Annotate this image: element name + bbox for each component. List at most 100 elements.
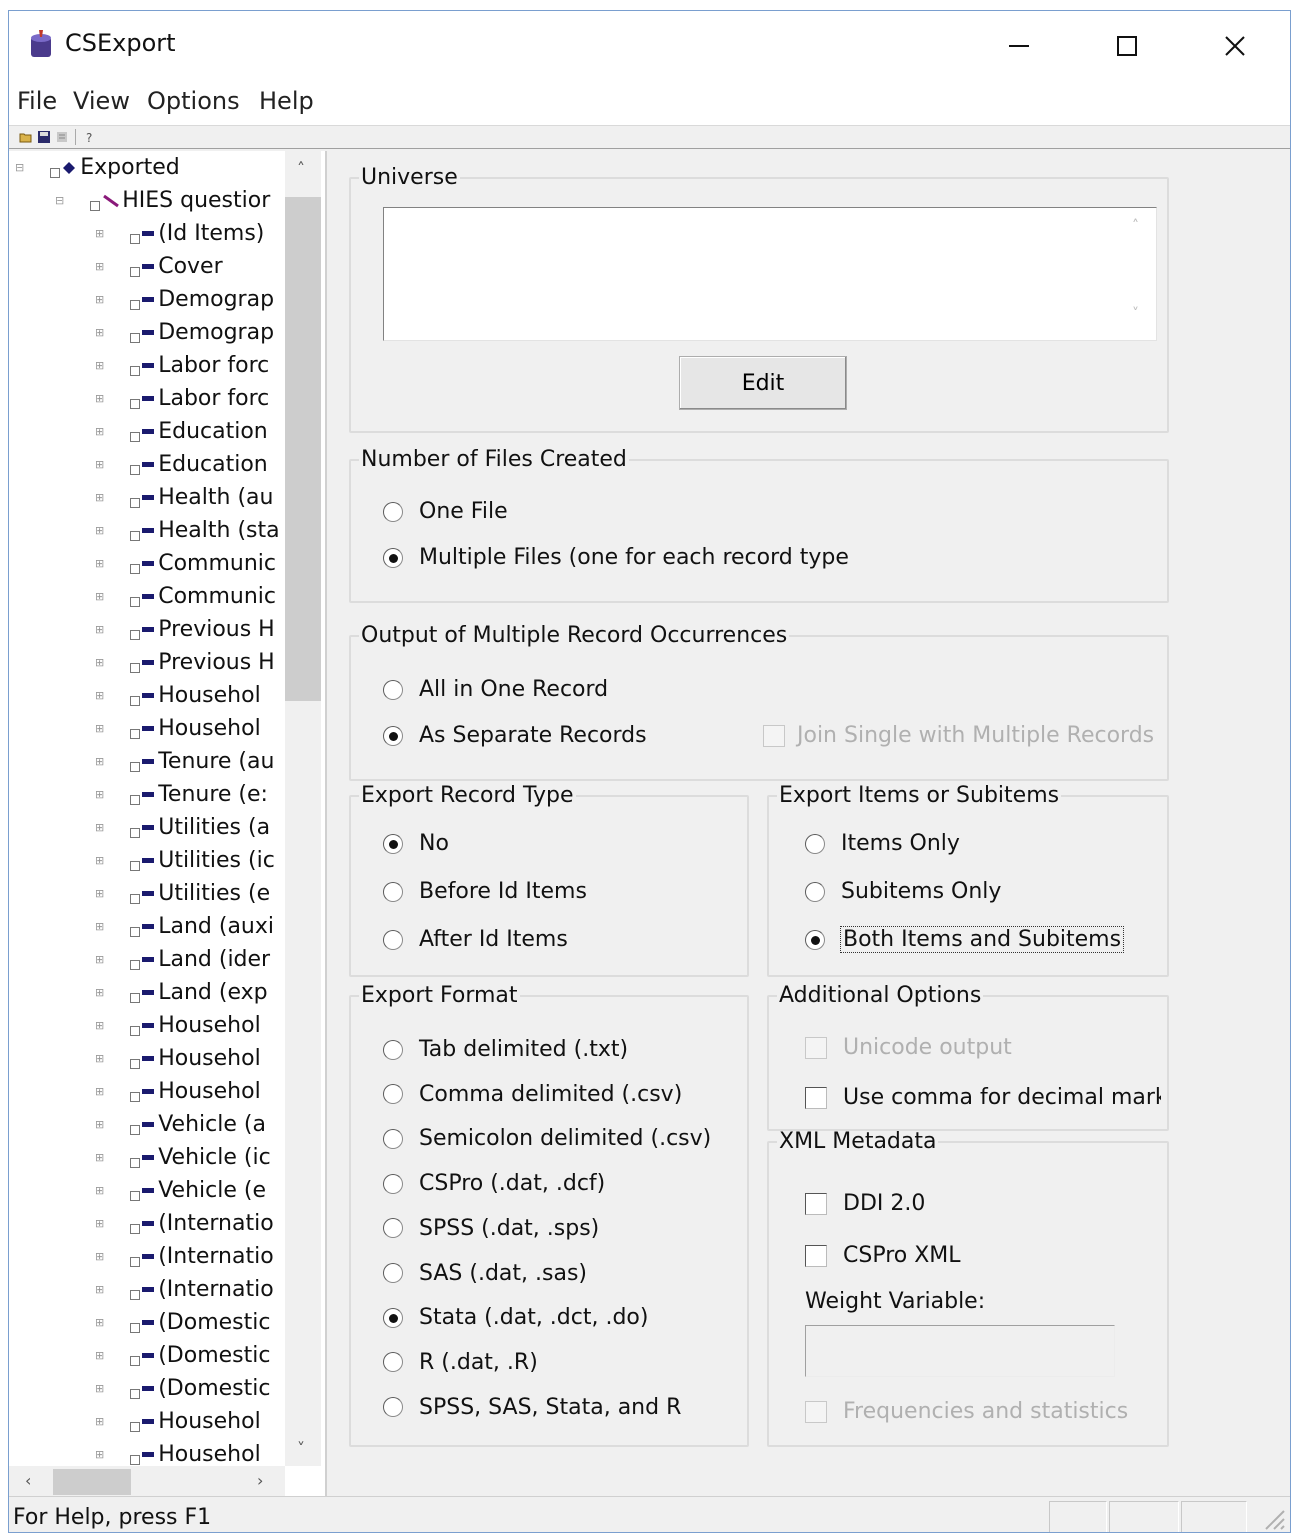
expand-icon[interactable]: ⊞ [95, 1118, 104, 1131]
radio-export-format[interactable]: Tab delimited (.txt) [383, 1037, 628, 1062]
node-checkbox[interactable] [130, 365, 141, 376]
expand-icon[interactable]: ⊞ [95, 359, 104, 372]
tree-node-record[interactable]: ⊞ Health (au [95, 481, 273, 514]
node-checkbox[interactable] [50, 167, 61, 178]
tree-node-record[interactable]: ⊞ Tenure (e: [95, 778, 268, 811]
node-checkbox[interactable] [130, 1157, 141, 1168]
node-checkbox[interactable] [130, 959, 141, 970]
node-checkbox[interactable] [130, 1025, 141, 1036]
expand-icon[interactable]: ⊞ [95, 392, 104, 405]
help-pointer-icon[interactable]: ? [83, 130, 97, 144]
tree-node-record[interactable]: ⊞ Utilities (a [95, 811, 270, 844]
expand-icon[interactable]: ⊞ [95, 1151, 104, 1164]
radio-button[interactable] [383, 1084, 403, 1105]
tree-node-record[interactable]: ⊞ (Internatio [95, 1207, 274, 1240]
scroll-right-icon[interactable]: › [257, 1471, 263, 1490]
menu-file[interactable]: File [17, 87, 57, 115]
expand-icon[interactable]: ⊞ [95, 1283, 104, 1296]
node-checkbox[interactable] [130, 860, 141, 871]
radio-button[interactable] [383, 929, 403, 950]
tree-horizontal-scrollbar[interactable] [9, 1466, 285, 1496]
expand-icon[interactable]: ⊞ [95, 491, 104, 504]
menu-help[interactable]: Help [259, 87, 314, 115]
radio-button[interactable] [383, 679, 403, 700]
expand-icon[interactable]: ⊞ [95, 1448, 104, 1461]
open-folder-icon[interactable] [19, 130, 33, 144]
tree-node-record[interactable]: ⊞ Labor forc [95, 382, 269, 415]
tree-node-record[interactable]: ⊞ Cover [95, 250, 223, 283]
scroll-left-icon[interactable]: ‹ [25, 1471, 31, 1490]
node-checkbox[interactable] [130, 332, 141, 343]
expand-icon[interactable]: ⊞ [95, 260, 104, 273]
scroll-up-icon[interactable]: ˄ [1132, 218, 1139, 234]
node-checkbox[interactable] [130, 1124, 141, 1135]
tree-node-record[interactable]: ⊞ Health (sta [95, 514, 280, 547]
expand-icon[interactable]: ⊞ [95, 326, 104, 339]
radio-button[interactable] [383, 1039, 403, 1060]
expand-icon[interactable]: ⊞ [95, 986, 104, 999]
expand-icon[interactable]: ⊞ [95, 293, 104, 306]
node-checkbox[interactable] [130, 233, 141, 244]
expand-icon[interactable]: ⊞ [95, 623, 104, 636]
node-checkbox[interactable] [130, 761, 141, 772]
node-checkbox[interactable] [130, 728, 141, 739]
expand-icon[interactable]: ⊞ [95, 227, 104, 240]
radio-separate-records[interactable]: As Separate Records [383, 723, 647, 748]
expand-icon[interactable]: ⊞ [95, 689, 104, 702]
checkbox-frequencies[interactable]: Frequencies and statistics [805, 1399, 1128, 1424]
radio-before-id-items[interactable]: Before Id Items [383, 879, 587, 904]
node-checkbox[interactable] [130, 398, 141, 409]
checkbox-box[interactable] [805, 1086, 827, 1109]
scroll-down-icon[interactable]: ˅ [297, 1439, 305, 1458]
resize-grip-icon[interactable] [1260, 1505, 1286, 1531]
node-checkbox[interactable] [130, 299, 141, 310]
radio-button[interactable] [805, 929, 825, 950]
tree-node-record[interactable]: ⊞ Househol [95, 1009, 261, 1042]
radio-record-type-no[interactable]: No [383, 831, 449, 856]
tree-node-record[interactable]: ⊞ (Domestic [95, 1339, 270, 1372]
scroll-up-icon[interactable]: ˄ [297, 159, 305, 178]
weight-variable-input[interactable] [805, 1325, 1115, 1377]
tree-horizontal-scroll-thumb[interactable] [53, 1469, 131, 1495]
tree-node-record[interactable]: ⊞ Labor forc [95, 349, 269, 382]
expand-icon[interactable]: ⊞ [95, 821, 104, 834]
tree-node-record[interactable]: ⊞ Tenure (au [95, 745, 274, 778]
tree-node-dictionary[interactable]: ⊟ HIES questior [55, 184, 270, 217]
node-checkbox[interactable] [130, 497, 141, 508]
expand-icon[interactable]: ⊞ [95, 458, 104, 471]
radio-button[interactable] [383, 501, 403, 522]
expand-icon[interactable]: ⊞ [95, 425, 104, 438]
node-checkbox[interactable] [130, 794, 141, 805]
maximize-button[interactable] [1097, 21, 1157, 71]
universe-textarea[interactable]: ˄ ˅ [383, 207, 1157, 341]
node-checkbox[interactable] [130, 563, 141, 574]
radio-button[interactable] [805, 881, 825, 902]
tree-node-record[interactable]: ⊞ Househol [95, 679, 261, 712]
node-checkbox[interactable] [130, 596, 141, 607]
tree-node-record[interactable]: ⊞ Vehicle (e [95, 1174, 266, 1207]
node-checkbox[interactable] [130, 1388, 141, 1399]
node-checkbox[interactable] [130, 1091, 141, 1102]
collapse-icon[interactable]: ⊟ [55, 194, 64, 207]
node-checkbox[interactable] [130, 1355, 141, 1366]
tree-node-record[interactable]: ⊞ Househol [95, 712, 261, 745]
node-checkbox[interactable] [90, 200, 101, 211]
tree-node-record[interactable]: ⊞ Demograp [95, 316, 274, 349]
radio-after-id-items[interactable]: After Id Items [383, 927, 568, 952]
expand-icon[interactable]: ⊞ [95, 1349, 104, 1362]
radio-button[interactable] [383, 725, 403, 746]
tree-node-record[interactable]: ⊞ (Domestic [95, 1372, 270, 1405]
expand-icon[interactable]: ⊞ [95, 887, 104, 900]
radio-button[interactable] [383, 1218, 403, 1239]
node-checkbox[interactable] [130, 1322, 141, 1333]
checkbox-box[interactable] [805, 1400, 827, 1423]
expand-icon[interactable]: ⊞ [95, 524, 104, 537]
node-checkbox[interactable] [130, 695, 141, 706]
radio-export-format[interactable]: SAS (.dat, .sas) [383, 1261, 587, 1286]
tree-node-record[interactable]: ⊞ (Internatio [95, 1273, 274, 1306]
expand-icon[interactable]: ⊞ [95, 557, 104, 570]
radio-button[interactable] [383, 1263, 403, 1283]
tree-node-record[interactable]: ⊞ Land (auxi [95, 910, 274, 943]
tree-node-record[interactable]: ⊞ Land (ider [95, 943, 270, 976]
expand-icon[interactable]: ⊞ [95, 722, 104, 735]
